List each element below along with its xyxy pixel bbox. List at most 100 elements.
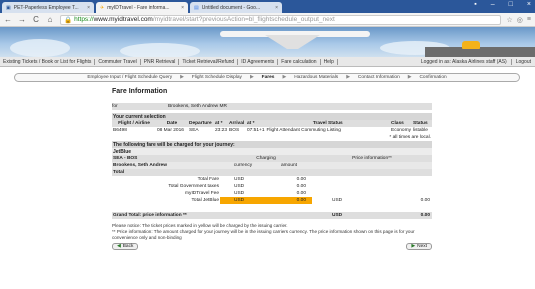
fare-row-amount: 0.00	[296, 177, 306, 182]
step-hazardous: Hazardous Materials	[294, 75, 339, 80]
address-bar: ← → C ⌂ 🔒 https:// www.myidtravel.com /m…	[0, 13, 535, 27]
menu-item-commuter-travel[interactable]: Commuter Travel	[95, 58, 141, 65]
user-icon[interactable]: ▪	[474, 1, 476, 8]
step-flight-schedule: Flight Schedule Display	[191, 75, 242, 80]
step-arrow-icon: ▶	[282, 75, 287, 80]
step-fares: Fares	[261, 75, 275, 80]
menu-item-existing-tickets[interactable]: Existing Tickets / Book or List for Flig…	[0, 58, 96, 65]
grand-total-amount: 0.00	[420, 213, 430, 218]
col-travel-status: Travel Status	[312, 121, 343, 126]
fare-row-currency: USD	[234, 177, 245, 182]
fare-row-label: Total Fare	[197, 177, 219, 182]
fare-row-amount: 0.00	[296, 191, 306, 196]
close-window-icon[interactable]: ×	[527, 1, 531, 8]
fare-row-label: myIDTravel Fee	[185, 191, 219, 196]
col-departure: Departure	[189, 121, 212, 126]
grand-total-label: Grand Total: price information **	[113, 213, 187, 218]
tab-favicon-icon: ▤	[194, 4, 199, 11]
selection-header-row: Flight / Airline Date Departure at * Arr…	[112, 120, 432, 127]
selection-table: Flight / Airline Date Departure at * Arr…	[112, 120, 432, 141]
url-path: /myidtravel/start?previousAction=bl_flig…	[152, 16, 335, 23]
fare-row-currency: USD	[234, 184, 245, 189]
notice-price-info: ** Price information: The amount charged…	[112, 229, 415, 240]
browser-tab[interactable]: ▣ PET-Paperless Employee T... ×	[2, 2, 94, 13]
home-icon[interactable]: ⌂	[46, 15, 54, 24]
back-button[interactable]: ◀ Back	[112, 243, 139, 250]
cell-date: 08 Mar 2016	[157, 128, 184, 133]
fare-row-amount: 0.00	[296, 184, 306, 189]
cell-dep-time: 23:23	[215, 128, 228, 133]
url-scheme: https://	[74, 16, 94, 23]
col-flight: Flight / Airline	[118, 121, 150, 126]
cell-arrival: BOS	[229, 128, 240, 133]
grand-total-row: Grand Total: price information ** USD 0.…	[112, 212, 432, 219]
reload-icon[interactable]: C	[32, 15, 40, 24]
car-image	[462, 41, 480, 49]
extension-icon[interactable]: ◎	[517, 16, 523, 24]
next-button[interactable]: ▶ Next	[406, 243, 432, 250]
browser-tab[interactable]: ▤ Untitled document - Goo... ×	[190, 2, 282, 13]
menu-item-id-agreements[interactable]: ID Agreements	[238, 58, 279, 65]
maximize-icon[interactable]: □	[509, 1, 513, 8]
window-controls: ▪ – □ ×	[474, 1, 531, 8]
fare-row: myIDTravel Fee USD 0.00	[112, 190, 432, 197]
col-status: Status	[413, 121, 428, 126]
minimize-icon[interactable]: –	[491, 1, 495, 8]
close-icon[interactable]: ×	[87, 5, 90, 11]
total-label: Total	[113, 170, 125, 175]
menu-item-help[interactable]: Help	[321, 58, 338, 65]
col-dep-at: at *	[215, 121, 223, 126]
tab-favicon-icon: ▣	[6, 4, 11, 11]
step-confirmation: Confirmation	[419, 75, 447, 80]
price-info-amount: 0.00	[420, 198, 430, 203]
airline-name: JetBlue	[112, 148, 432, 155]
cell-departure: SEA	[189, 128, 199, 133]
page-title: Fare Information	[112, 88, 168, 95]
fare-row-label: Total JetBlue	[191, 198, 219, 203]
menu-icon[interactable]: ≡	[527, 16, 531, 24]
step-contact: Contact Information	[357, 75, 400, 80]
fare-row: Total Government taxes USD 0.00	[112, 183, 432, 190]
cell-arr-time: 07:51+1	[247, 128, 265, 133]
col-date: Date	[166, 121, 178, 126]
for-label: for	[112, 104, 118, 109]
lock-icon: 🔒	[64, 16, 73, 24]
menu-item-pnr-retrieval[interactable]: PNR Retrieval	[141, 58, 180, 65]
cell-class: Economy	[391, 128, 411, 133]
logout-link[interactable]: Logout	[510, 58, 535, 65]
passenger-row: Brookens, Seth Andrew currency amount	[112, 162, 432, 169]
tab-label: PET-Paperless Employee T...	[13, 4, 79, 11]
forward-arrow-icon[interactable]: →	[18, 15, 26, 24]
back-arrow-icon[interactable]: ←	[4, 15, 12, 24]
fare-table: SEA - BOS Charging Price information** B…	[112, 155, 432, 219]
fare-row-currency: USD	[234, 191, 245, 196]
back-button-label: Back	[122, 244, 134, 249]
passenger-name: Brookens, Seth Andrew MR	[168, 104, 227, 109]
url-field[interactable]: 🔒 https:// www.myidtravel.com /myidtrave…	[60, 14, 501, 25]
total-row: Total	[112, 169, 432, 176]
tab-label: myIDTravel - Fare informa...	[107, 4, 170, 11]
cell-status: listable	[413, 128, 428, 133]
close-icon[interactable]: ×	[275, 5, 278, 11]
step-arrow-icon: ▶	[407, 75, 412, 80]
price-info-label: Price information**	[352, 156, 392, 161]
route-label: SEA - BOS	[113, 156, 138, 161]
site-banner	[0, 27, 535, 57]
col-arrival: Arrival	[229, 121, 245, 126]
close-icon[interactable]: ×	[181, 5, 184, 11]
menu-item-fare-calculation[interactable]: Fare calculation	[278, 58, 321, 65]
main-menu: Existing Tickets / Book or List for Flig…	[0, 57, 535, 67]
cell-flight: B6498	[113, 128, 127, 133]
step-arrow-icon: ▶	[346, 75, 350, 80]
selection-header: Your current selection	[112, 113, 432, 120]
browser-tab-active[interactable]: ✈ myIDTravel - Fare informa... ×	[96, 2, 188, 13]
menu-item-ticket-retrieval[interactable]: Ticket Retrieval/Refund	[179, 58, 239, 65]
browser-tab-strip: ▣ PET-Paperless Employee T... × ✈ myIDTr…	[0, 0, 535, 13]
col-class: Class	[391, 121, 404, 126]
cell-travel-status: Flight Attendant Commuting Listing	[266, 128, 341, 133]
route-row: SEA - BOS Charging Price information**	[112, 155, 432, 162]
fare-row-total-carrier: Total JetBlue USD 0.00 USD 0.00	[112, 197, 432, 204]
step-arrow-icon: ▶	[180, 75, 184, 80]
tab-favicon-icon: ✈	[100, 4, 105, 11]
star-icon[interactable]: ☆	[507, 16, 513, 24]
